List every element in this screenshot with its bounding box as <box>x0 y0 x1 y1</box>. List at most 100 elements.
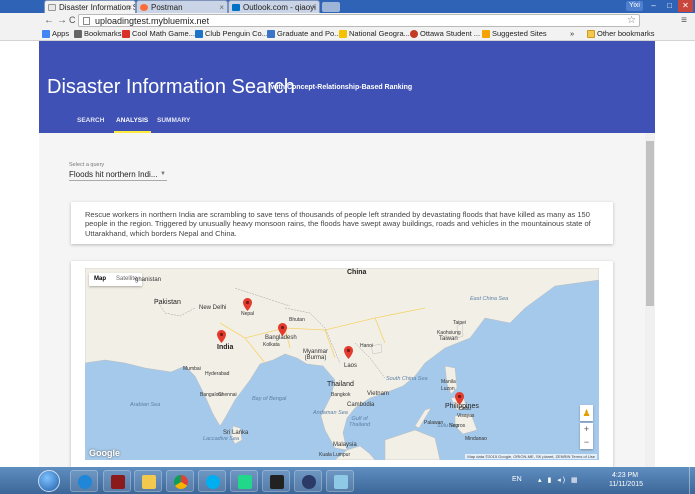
bookmark-graduate[interactable]: Graduate and Po... <box>267 28 340 40</box>
terminal-icon <box>270 475 284 489</box>
map-label: Andaman Sea <box>313 410 348 416</box>
scrollbar-thumb[interactable] <box>646 141 654 306</box>
tab-summary[interactable]: SUMMARY <box>157 117 190 125</box>
taskbar-vpn[interactable] <box>294 470 322 492</box>
bookmark-label: Ottawa Student ... <box>420 29 481 38</box>
star-icon <box>74 30 82 38</box>
browser-tab-postman[interactable]: Postman × <box>136 0 228 13</box>
taskbar-chrome[interactable] <box>166 470 194 492</box>
bookmark-label: Suggested Sites <box>492 29 547 38</box>
bookmark-other[interactable]: Other bookmarks <box>587 28 655 40</box>
chrome-menu-button[interactable]: ≡ <box>681 14 687 27</box>
language-indicator[interactable]: EN <box>512 476 522 483</box>
map-label: Bhutan <box>289 317 305 323</box>
zoom-out-button[interactable]: − <box>580 436 593 449</box>
map-label: Bangkok <box>331 392 351 398</box>
browser-tab-disaster[interactable]: Disaster Information S × <box>44 0 136 13</box>
map-label: Laos <box>344 363 358 369</box>
bookmark-natgeo[interactable]: National Geogra... <box>339 28 410 40</box>
browser-tab-outlook[interactable]: Outlook.com - qiaoyi × <box>228 0 320 13</box>
taskbar-winrar[interactable] <box>103 470 131 492</box>
folder-icon <box>587 30 595 38</box>
new-tab-button[interactable] <box>322 2 340 12</box>
map-label: Bay of Bengal <box>252 396 287 402</box>
map-label: Cebu <box>459 406 471 412</box>
bookmark-club-penguin[interactable]: Club Penguin Co... <box>195 28 268 40</box>
zoom-in-button[interactable]: + <box>580 423 593 436</box>
taskbar-webstorm[interactable] <box>230 470 258 492</box>
map-label: Thailand <box>327 381 354 388</box>
close-tab-icon[interactable]: × <box>127 1 132 13</box>
bookmark-label: Apps <box>52 29 70 38</box>
url-text[interactable]: uploadingtest.mybluemix.net <box>95 15 209 27</box>
map-label: Taipei <box>453 320 467 326</box>
map-marker-bangladesh[interactable] <box>278 323 287 336</box>
map-label: Hanoi <box>360 343 374 349</box>
taskbar-skype[interactable] <box>198 470 226 492</box>
taskbar-notepad[interactable] <box>326 470 354 492</box>
map-attribution[interactable]: Map data ©2015 Google, ORION-ME, SK plan… <box>465 454 597 459</box>
clock-time[interactable]: 4:23 PM <box>612 472 638 479</box>
map-label: Luzon <box>441 386 455 392</box>
clubpenguin-icon <box>195 30 203 38</box>
bookmark-label: Cool Math Game... <box>132 29 195 38</box>
bookmark-label: Other bookmarks <box>597 29 655 38</box>
map-label: East China Sea <box>470 296 509 302</box>
windows-start-button[interactable] <box>38 470 60 492</box>
zoom-control: + − <box>580 423 593 449</box>
bookmark-star-icon[interactable]: ☆ <box>627 15 636 26</box>
taskbar-file-explorer[interactable] <box>134 470 162 492</box>
bookmark-bookmarks[interactable]: Bookmarks <box>74 28 122 40</box>
map-label: Arabian Sea <box>130 402 161 408</box>
postman-icon <box>140 4 148 11</box>
back-button[interactable]: ← <box>44 14 54 27</box>
forward-button[interactable]: → <box>57 14 67 27</box>
google-logo: Google <box>89 448 120 458</box>
bookmark-label: National Geogra... <box>349 29 410 38</box>
map-label: Mindanao <box>465 436 487 442</box>
browser-toolbar: ← → C uploadingtest.mybluemix.net ☆ ≡ <box>0 13 695 28</box>
lock-icon <box>302 475 316 489</box>
map-label: Vietnam <box>367 391 389 397</box>
bookmark-apps[interactable]: Apps <box>42 28 69 40</box>
map-label: China <box>347 269 367 276</box>
close-tab-icon[interactable]: × <box>219 1 224 13</box>
map-marker-india[interactable] <box>217 330 226 343</box>
query-select[interactable]: Floods hit northern Indi... ▼ <box>69 169 167 181</box>
tab-analysis[interactable]: ANALYSIS <box>116 117 148 125</box>
map-marker-laos[interactable] <box>344 346 353 359</box>
suggested-sites-icon <box>482 30 490 38</box>
map-type-map-button[interactable]: Map <box>89 273 111 286</box>
address-bar[interactable]: uploadingtest.mybluemix.net ☆ <box>78 14 640 27</box>
page-scrollbar[interactable] <box>645 133 655 467</box>
clock-date[interactable]: 11/11/2015 <box>609 481 643 488</box>
bookmark-ottawa[interactable]: Ottawa Student ... <box>410 28 480 40</box>
bookmark-suggested[interactable]: Suggested Sites <box>482 28 547 40</box>
street-view-pegman-icon[interactable]: ♟ <box>580 405 593 421</box>
summary-card: Rescue workers in northern India are scr… <box>71 202 613 244</box>
maximize-button[interactable]: □ <box>662 0 677 12</box>
close-window-button[interactable]: ✕ <box>678 0 693 12</box>
taskbar-internet-explorer[interactable] <box>70 470 98 492</box>
map[interactable]: Map Satellite ghanistan Pakistan New Delh… <box>85 268 599 460</box>
bookmarks-overflow-button[interactable]: » <box>570 28 574 40</box>
system-tray-icons[interactable]: ▴ ▮ ◂) ▦ <box>538 476 580 484</box>
map-label: Mumbai <box>183 366 201 372</box>
internet-explorer-icon <box>78 475 92 489</box>
university-icon <box>267 30 275 38</box>
show-desktop-button[interactable] <box>689 467 695 494</box>
bookmark-cool-math[interactable]: Cool Math Game... <box>122 28 195 40</box>
folder-icon <box>142 475 156 489</box>
reload-button[interactable]: C <box>69 14 76 27</box>
map-label: Kaohsiung <box>437 330 461 336</box>
minimize-button[interactable]: – <box>646 0 661 12</box>
skype-icon <box>206 475 220 489</box>
summary-text: Rescue workers in northern India are scr… <box>85 210 591 238</box>
taskbar-terminal[interactable] <box>262 470 290 492</box>
close-tab-icon[interactable]: × <box>311 1 316 13</box>
map-marker-nepal[interactable] <box>243 298 252 311</box>
map-marker-philippines[interactable] <box>455 392 464 405</box>
map-land <box>85 268 599 460</box>
profile-button[interactable]: Yixi <box>625 1 643 11</box>
tab-search[interactable]: SEARCH <box>77 117 104 125</box>
